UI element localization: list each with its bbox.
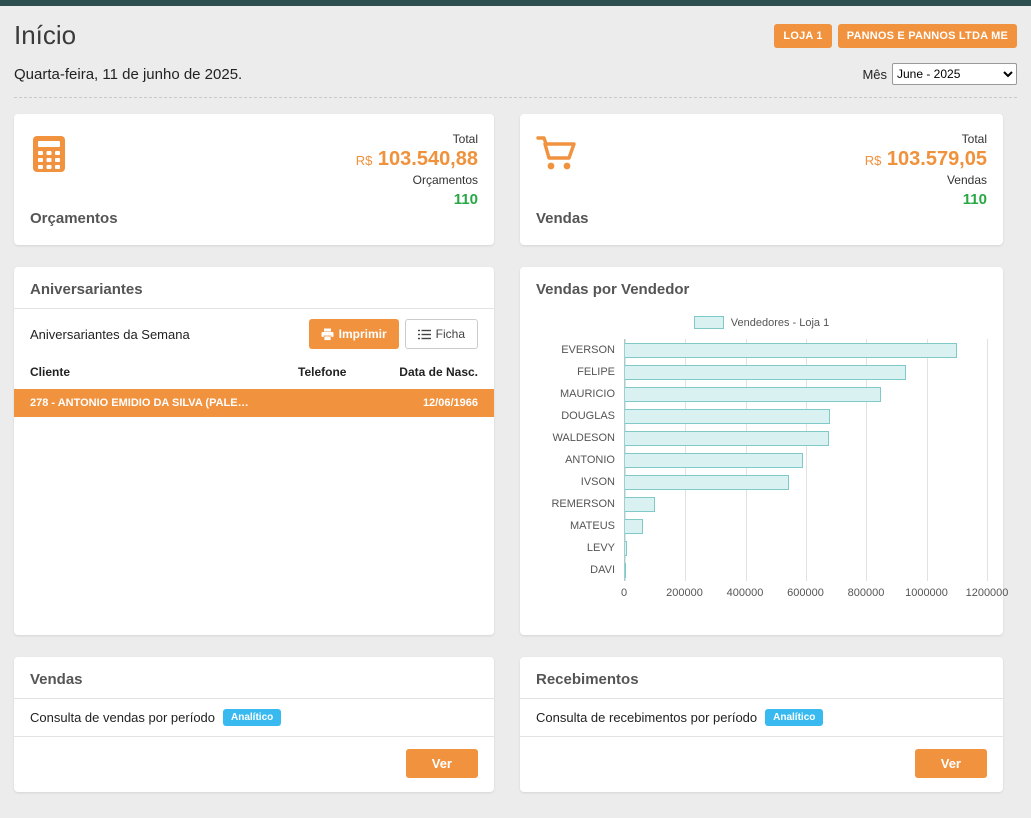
month-label: Mês (862, 67, 887, 82)
recebimentos-desc: Consulta de recebimentos por período (536, 710, 757, 725)
vendas-card: Vendas Total R$ 103.579,05 Vendas 110 (520, 114, 1003, 245)
chart-row (625, 383, 987, 405)
chart-tick-label: 800000 (848, 587, 885, 599)
chart-row (625, 361, 987, 383)
chart-bar (625, 453, 803, 468)
vendas-consulta-title: Vendas (30, 671, 478, 688)
chart-tick-label: 600000 (787, 587, 824, 599)
chart-tick-label: 1000000 (905, 587, 948, 599)
chart-gridline (987, 339, 988, 581)
row-data-nasc: 12/06/1966 (393, 397, 478, 409)
date-row: Quarta-feira, 11 de junho de 2025. Mês J… (14, 57, 1017, 98)
chart-row (625, 493, 987, 515)
store-badge-company[interactable]: PANNOS E PANNOS LTDA ME (838, 24, 1017, 48)
orcamentos-label: Orçamentos (30, 210, 118, 231)
chart-category-label: WALDESON (536, 427, 624, 449)
calculator-icon (30, 134, 118, 174)
chart-category-label: IVSON (536, 471, 624, 493)
store-badges: LOJA 1 PANNOS E PANNOS LTDA ME (774, 24, 1017, 48)
chart-card-title: Vendas por Vendedor (536, 281, 987, 298)
orcamentos-total: R$ 103.540,88 (356, 148, 478, 171)
col-header-telefone: Telefone (298, 365, 393, 379)
aniversariantes-card: Aniversariantes Aniversariantes da Seman… (14, 267, 494, 635)
chart-row (625, 449, 987, 471)
chart-bar (625, 343, 957, 358)
col-header-nasc: Data de Nasc. (393, 365, 478, 379)
page-header: Início LOJA 1 PANNOS E PANNOS LTDA ME (14, 6, 1017, 57)
bar-chart: EVERSONFELIPEMAURICIODOUGLASWALDESONANTO… (536, 339, 987, 605)
chart-bar (625, 365, 906, 380)
chart-row (625, 427, 987, 449)
chart-bar (625, 387, 881, 402)
chart-row (625, 537, 987, 559)
chart-bar (625, 475, 789, 490)
printer-icon (321, 328, 334, 341)
chart-bar (625, 563, 626, 578)
list-icon (418, 329, 431, 340)
chart-row (625, 515, 987, 537)
chart-bar (625, 541, 627, 556)
orcamentos-count: 110 (356, 191, 478, 208)
imprimir-button[interactable]: Imprimir (309, 319, 399, 349)
chart-bar (625, 409, 830, 424)
vendas-por-vendedor-card: Vendas por Vendedor Vendedores - Loja 1 … (520, 267, 1003, 635)
total-label: Total (865, 132, 987, 146)
chart-category-label: MATEUS (536, 515, 624, 537)
chart-row (625, 339, 987, 361)
vendas-ver-button[interactable]: Ver (406, 749, 478, 778)
legend-label: Vendedores - Loja 1 (731, 317, 829, 329)
chart-bar (625, 431, 829, 446)
month-select[interactable]: June - 2025 (892, 63, 1017, 85)
chart-category-label: REMERSON (536, 493, 624, 515)
total-label: Total (356, 132, 478, 146)
chart-category-label: MAURICIO (536, 383, 624, 405)
col-header-cliente: Cliente (30, 365, 298, 379)
store-badge-loja1[interactable]: LOJA 1 (774, 24, 831, 48)
recebimentos-card: Recebimentos Consulta de recebimentos po… (520, 657, 1003, 792)
orcamentos-count-label: Orçamentos (356, 173, 478, 187)
current-date: Quarta-feira, 11 de junho de 2025. (14, 66, 242, 83)
vendas-consulta-card: Vendas Consulta de vendas por período An… (14, 657, 494, 792)
recebimentos-title: Recebimentos (536, 671, 987, 688)
chart-category-label: ANTONIO (536, 449, 624, 471)
recebimentos-ver-button[interactable]: Ver (915, 749, 987, 778)
page-title: Início (14, 20, 76, 51)
bar-chart-labels: EVERSONFELIPEMAURICIODOUGLASWALDESONANTO… (536, 339, 624, 605)
chart-row (625, 405, 987, 427)
chart-tick-label: 1200000 (966, 587, 1009, 599)
orcamentos-card: Orçamentos Total R$ 103.540,88 Orçamento… (14, 114, 494, 245)
analitico-badge: Analítico (765, 709, 823, 726)
chart-row (625, 471, 987, 493)
chart-tick-label: 400000 (727, 587, 764, 599)
chart-bar (625, 519, 643, 534)
aniversariantes-subtitle: Aniversariantes da Semana (30, 327, 190, 342)
vendas-total: R$ 103.579,05 (865, 148, 987, 171)
bar-chart-plot (624, 339, 987, 581)
analitico-badge: Analítico (223, 709, 281, 726)
aniversariantes-title: Aniversariantes (30, 281, 478, 298)
row-cliente: 278 - ANTONIO EMIDIO DA SILVA (PALE… (30, 397, 298, 409)
bar-chart-ticks: 020000040000060000080000010000001200000 (624, 587, 987, 605)
vendas-count: 110 (865, 191, 987, 208)
vendas-count-label: Vendas (865, 173, 987, 187)
chart-category-label: EVERSON (536, 339, 624, 361)
chart-row (625, 559, 987, 581)
chart-category-label: FELIPE (536, 361, 624, 383)
chart-category-label: DOUGLAS (536, 405, 624, 427)
chart-tick-label: 0 (621, 587, 627, 599)
chart-bar (625, 497, 655, 512)
legend-swatch (694, 316, 724, 329)
cart-icon (536, 134, 589, 174)
vendas-label: Vendas (536, 210, 589, 231)
chart-category-label: LEVY (536, 537, 624, 559)
chart-category-label: DAVI (536, 559, 624, 581)
vendas-consulta-desc: Consulta de vendas por período (30, 710, 215, 725)
birthday-table-header: Cliente Telefone Data de Nasc. (30, 349, 478, 389)
chart-tick-label: 200000 (666, 587, 703, 599)
month-picker: Mês June - 2025 (862, 63, 1017, 85)
chart-legend: Vendedores - Loja 1 (536, 316, 987, 329)
ficha-button[interactable]: Ficha (405, 319, 478, 349)
birthday-table-row[interactable]: 278 - ANTONIO EMIDIO DA SILVA (PALE… 12/… (14, 389, 494, 417)
